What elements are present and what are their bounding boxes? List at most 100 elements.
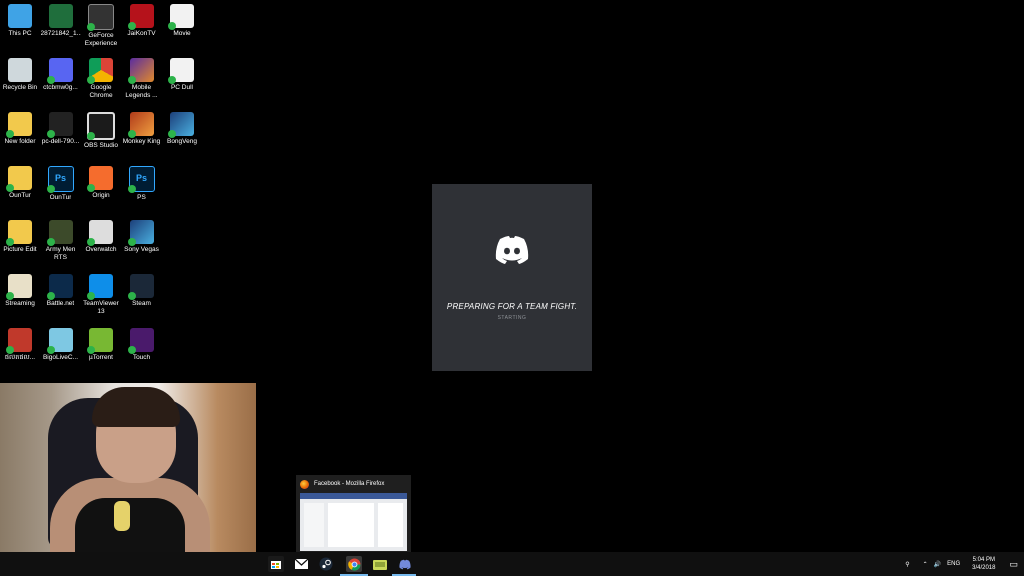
desktop-icon-label: OunTur	[9, 192, 31, 199]
desktop-icon[interactable]: PC Dull	[162, 56, 202, 110]
taskbar-preview-firefox[interactable]: Facebook - Mozilla Firefox	[296, 475, 411, 554]
discord-file-icon	[46, 58, 73, 84]
folder-icon	[6, 112, 32, 138]
splash-status: STARTING	[497, 315, 527, 321]
desktop-icon[interactable]: Recycle Bin	[0, 56, 40, 110]
desktop-icon[interactable]: Streaming	[0, 272, 40, 326]
desktop-icon[interactable]: OBS Studio	[81, 110, 121, 164]
chrome-icon	[87, 58, 113, 84]
desktop-icon[interactable]: pc-dell-790...	[41, 110, 81, 164]
discord-logo-icon	[495, 236, 529, 264]
notification-icon[interactable]: ▭	[1009, 559, 1018, 570]
desktop-icon-label: BigoLiveC...	[42, 354, 79, 361]
file-icon	[48, 4, 73, 28]
desktop-icon[interactable]: ctcbmw0g...	[41, 56, 81, 110]
preview-page-thumbnail	[300, 493, 407, 551]
desktop-icon-label: Picture Edit	[3, 246, 37, 253]
desktop-icon[interactable]: GeForce Experience	[81, 2, 121, 56]
desktop-icon[interactable]: OunTur	[0, 164, 40, 218]
firefox-icon	[300, 479, 309, 489]
desktop-icon[interactable]: TeamViewer 13	[81, 272, 121, 326]
steam-icon[interactable]	[318, 556, 334, 572]
jaikontv-icon	[127, 4, 154, 30]
mail-icon[interactable]	[293, 556, 309, 572]
desktop-icon-label: OunTur	[49, 194, 72, 201]
splash-title: PREPARING FOR A TEAM FIGHT.	[446, 302, 578, 311]
store-icon[interactable]	[268, 556, 284, 572]
desktop-icon[interactable]: ផលិតផល...	[0, 326, 40, 380]
chrome-icon[interactable]	[346, 556, 362, 572]
desktop-icon-grid: This PC 28721842_1... GeForce Experience Ja…	[0, 2, 205, 380]
desktop-icon-label: PS	[137, 194, 146, 201]
desktop-icon[interactable]: Origin	[81, 164, 121, 218]
recycle-bin-icon	[8, 58, 32, 82]
chevron-up-icon[interactable]: ⌃	[923, 561, 928, 568]
desktop-icon	[162, 218, 202, 272]
desktop-icon-label: OBS Studio	[84, 142, 118, 149]
volume-icon[interactable]: 🔊	[934, 561, 941, 568]
desktop-icon[interactable]: This PC	[0, 2, 40, 56]
desktop-icon[interactable]: JaiKonTV	[122, 2, 162, 56]
nvidia-icon	[87, 4, 114, 31]
desktop-icon[interactable]: Army Men RTS	[41, 218, 81, 272]
origin-icon	[87, 166, 113, 192]
army-men-icon	[46, 220, 73, 246]
document-icon	[168, 4, 194, 30]
discord-icon[interactable]	[397, 556, 413, 572]
desktop-icon-label: BongVeng	[166, 138, 197, 145]
desktop-icon[interactable]: Picture Edit	[0, 218, 40, 272]
folder-icon	[6, 166, 32, 192]
file-explorer-icon[interactable]	[372, 556, 388, 572]
photoshop-icon: Ps	[127, 166, 155, 193]
bigo-live-icon	[46, 328, 73, 354]
desktop-icon[interactable]: New folder	[0, 110, 40, 164]
desktop-icon-label: µTorrent	[89, 354, 113, 361]
language-indicator[interactable]: ENG	[947, 561, 960, 567]
mobile-legends-icon	[127, 58, 154, 84]
desktop-icon-label: pc-dell-790...	[41, 138, 80, 145]
desktop-icon[interactable]: Google Chrome	[81, 56, 121, 110]
people-icon[interactable]: ⚲	[905, 561, 909, 568]
desktop-icon[interactable]: Steam	[122, 272, 162, 326]
desktop-icon[interactable]: Overwatch	[81, 218, 121, 272]
monkey-king-icon	[127, 112, 154, 138]
desktop-icon-label: Mobile Legends ...	[125, 84, 158, 99]
desktop-icon[interactable]: Sony Vegas	[122, 218, 162, 272]
desktop-icon[interactable]: Ps OunTur	[41, 164, 81, 218]
desktop-icon-label: This PC	[8, 30, 32, 37]
desktop-icon[interactable]: 28721842_1...	[41, 2, 81, 56]
computer-icon	[8, 4, 32, 28]
desktop-icon-label: Origin	[92, 192, 110, 199]
desktop-icon-label: Monkey King	[122, 138, 161, 145]
desktop-icon-label: JaiKonTV	[127, 30, 156, 37]
desktop-icon-label: New folder	[4, 138, 36, 145]
desktop-icon-label: TeamViewer 13	[83, 300, 119, 315]
desktop-icon[interactable]: Battle.net	[41, 272, 81, 326]
clock-date: 3/4/2018	[972, 565, 996, 571]
desktop-icon[interactable]: Movie	[162, 2, 202, 56]
desktop-icon	[162, 164, 202, 218]
desktop-icon[interactable]: BongVeng	[162, 110, 202, 164]
overwatch-icon	[87, 220, 113, 246]
microphone	[114, 501, 130, 531]
clock[interactable]: 5:04 PM 3/4/2018	[969, 556, 998, 572]
battlenet-icon	[46, 274, 73, 300]
streaming-folder-icon	[6, 274, 32, 300]
desktop-icon[interactable]: Monkey King	[122, 110, 162, 164]
desktop-icon[interactable]: Ps PS	[122, 164, 162, 218]
desktop-icon-label: ctcbmw0g...	[43, 84, 78, 91]
preview-title: Facebook - Mozilla Firefox	[314, 481, 385, 487]
desktop-icon	[162, 272, 202, 326]
photoshop-icon: Ps	[46, 166, 74, 193]
teamviewer-icon	[87, 274, 113, 300]
document-icon	[168, 58, 194, 84]
taskbar: ⚲ ⌃ 🔊 ENG 5:04 PM 3/4/2018 ▭	[0, 552, 1024, 576]
desktop-icon[interactable]: Mobile Legends ...	[122, 56, 162, 110]
desktop-icon[interactable]: BigoLiveC...	[41, 326, 81, 380]
utorrent-icon	[87, 328, 113, 354]
desktop-icon-label: Steam	[132, 300, 151, 307]
desktop-icon-label: Google Chrome	[89, 84, 113, 99]
desktop-icon[interactable]: Touch	[122, 326, 162, 380]
desktop-icon-label: GeForce Experience	[84, 32, 118, 47]
desktop-icon[interactable]: µTorrent	[81, 326, 121, 380]
